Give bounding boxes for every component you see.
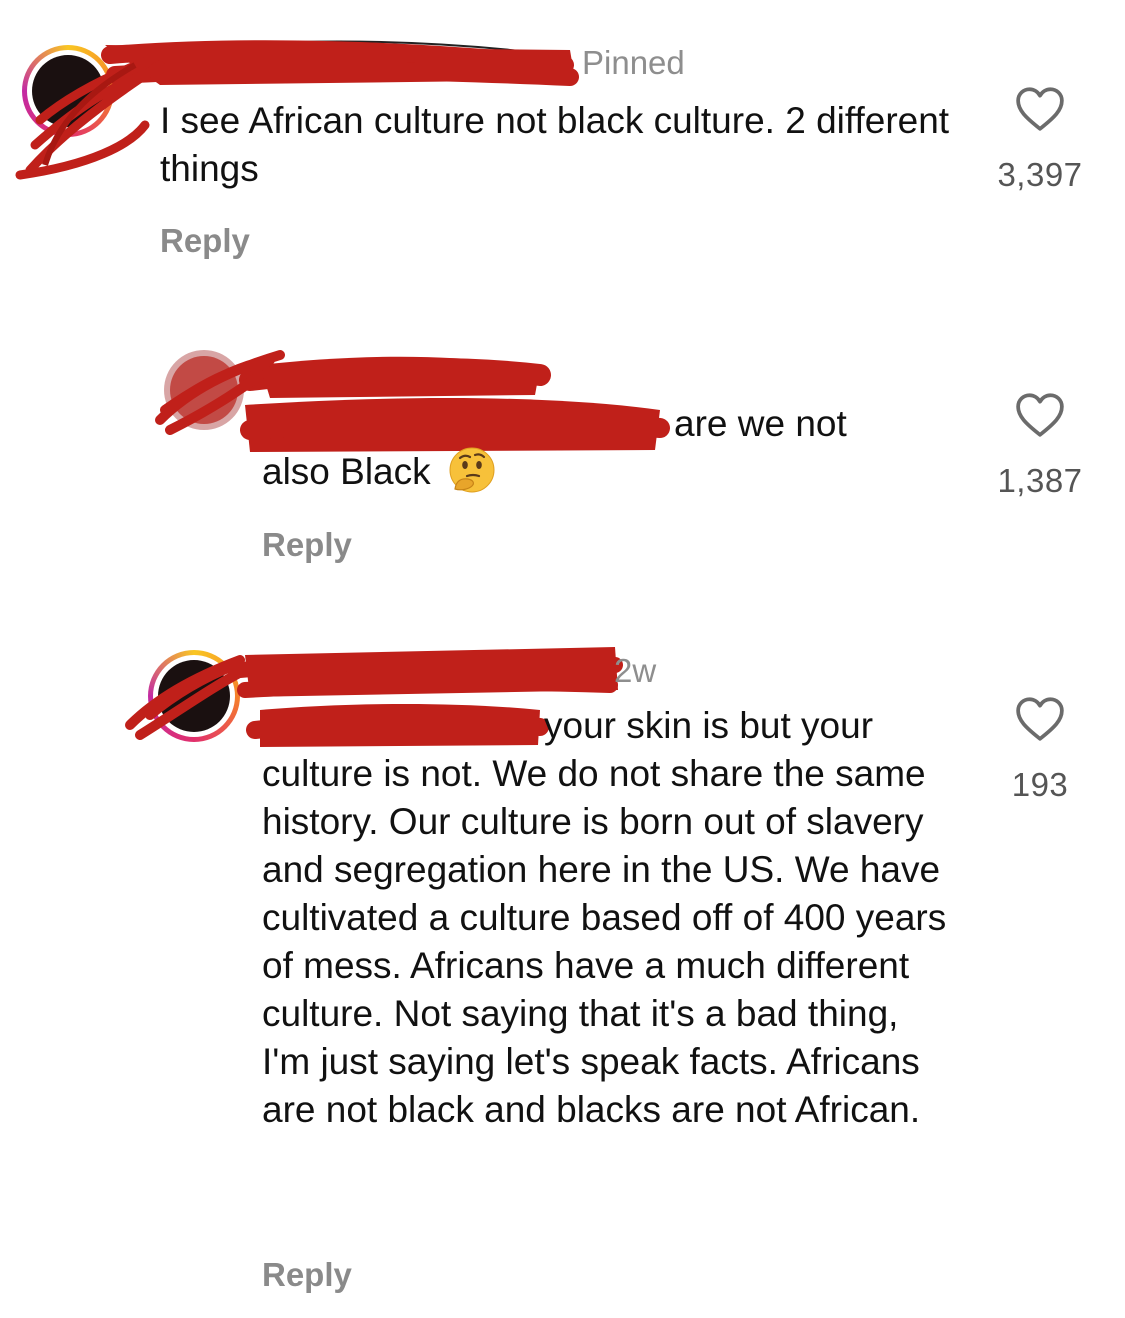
heart-icon xyxy=(1016,697,1064,741)
reply-button[interactable]: Reply xyxy=(262,1256,352,1294)
comment-text-line-2: also Black xyxy=(262,447,962,499)
comment-text: your skin is but your culture is not. We… xyxy=(262,702,962,1134)
comment-2: are we not also Black Reply 1,387 xyxy=(0,330,1125,580)
comment-text-line-1: are we not xyxy=(674,403,847,444)
comment-text-first-line: your skin is but your xyxy=(544,705,874,746)
comment-1: Pinned I see African culture not black c… xyxy=(0,0,1125,290)
timestamp: 2w xyxy=(614,652,657,689)
reply-button[interactable]: Reply xyxy=(160,222,250,260)
comment-text-line-2-text: also Black xyxy=(262,451,431,492)
heart-icon xyxy=(1016,393,1064,437)
heart-icon xyxy=(1016,87,1064,131)
comment-text-rest: culture is not. We do not share the same… xyxy=(262,753,947,1130)
reply-button[interactable]: Reply xyxy=(262,526,352,564)
like-button[interactable]: 3,397 xyxy=(980,86,1100,194)
like-count: 1,387 xyxy=(997,462,1083,499)
like-count: 3,397 xyxy=(997,156,1083,193)
like-button[interactable]: 1,387 xyxy=(980,392,1100,500)
pinned-label: Pinned xyxy=(582,44,685,81)
comment-text: are we not also Black xyxy=(262,400,962,499)
like-button[interactable]: 193 xyxy=(980,696,1100,804)
comment-3: 2w your skin is but your culture is not.… xyxy=(0,630,1125,1318)
like-count: 193 xyxy=(1011,766,1069,803)
thinking-face-icon xyxy=(449,447,495,493)
comment-text: I see African culture not black culture.… xyxy=(160,100,950,189)
